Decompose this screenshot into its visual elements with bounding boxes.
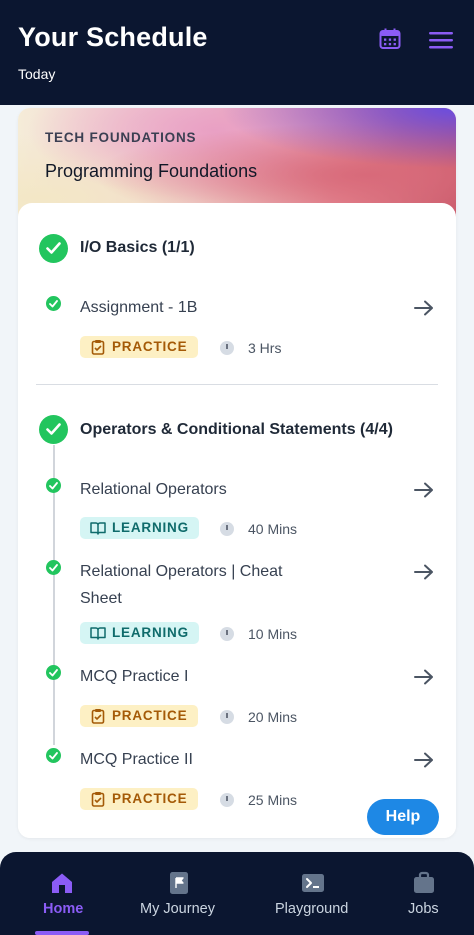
schedule-item-title[interactable]: Assignment - 1B: [80, 294, 320, 321]
schedule-item-title[interactable]: Relational Operators: [80, 476, 320, 503]
arrow-right-icon[interactable]: [414, 564, 434, 580]
duration-label: 25 Mins: [248, 792, 298, 808]
clipboard-check-icon: [91, 709, 105, 724]
briefcase-icon: [414, 871, 434, 893]
clock-icon: [220, 710, 234, 724]
tag-label: LEARNING: [112, 520, 189, 535]
section-divider: [36, 384, 438, 385]
learning-tag: LEARNING: [80, 517, 199, 539]
hamburger-menu-icon[interactable]: [429, 30, 453, 50]
tag-label: PRACTICE: [112, 708, 188, 723]
arrow-right-icon[interactable]: [414, 669, 434, 685]
tag-label: PRACTICE: [112, 791, 188, 806]
tab-my-journey[interactable]: My Journey: [124, 852, 234, 935]
tab-jobs[interactable]: Jobs: [392, 852, 462, 935]
clock-icon: [220, 793, 234, 807]
terminal-icon: [302, 874, 324, 892]
duration: 3 Hrs: [220, 339, 281, 357]
open-book-icon: [90, 522, 106, 535]
section-title: I/O Basics (1/1): [80, 239, 195, 256]
active-tab-indicator: [35, 931, 89, 935]
duration: 40 Mins: [220, 520, 297, 538]
course-name: Programming Foundations: [45, 161, 258, 181]
section-complete-check-icon: [39, 415, 68, 444]
practice-tag: PRACTICE: [80, 788, 198, 810]
practice-tag: PRACTICE: [80, 336, 198, 358]
practice-tag: PRACTICE: [80, 705, 198, 727]
clipboard-check-icon: [91, 792, 105, 807]
clipboard-check-icon: [91, 340, 105, 355]
arrow-right-icon[interactable]: [414, 752, 434, 768]
schedule-item-title[interactable]: Relational Operators | Cheat Sheet: [80, 558, 320, 612]
tab-home[interactable]: Home: [0, 852, 124, 935]
duration: 25 Mins: [220, 791, 297, 809]
app-header: Your Schedule Today: [0, 0, 474, 105]
duration: 20 Mins: [220, 708, 297, 726]
tab-label: Jobs: [408, 901, 439, 917]
course-category: TECH FOUNDATIONS: [45, 130, 197, 145]
tag-label: PRACTICE: [112, 339, 188, 354]
course-schedule-card: TECH FOUNDATIONS Programming Foundations…: [18, 108, 456, 838]
tab-label: Home: [43, 901, 84, 917]
calendar-icon[interactable]: [379, 28, 401, 50]
tag-label: LEARNING: [112, 625, 189, 640]
duration-label: 3 Hrs: [248, 340, 282, 356]
clock-icon: [220, 341, 234, 355]
schedule-item-title[interactable]: MCQ Practice I: [80, 663, 320, 690]
duration-label: 40 Mins: [248, 521, 298, 537]
journey-flag-icon: [170, 872, 188, 894]
schedule-list: I/O Basics (1/1) Assignment - 1B PRACTIC…: [18, 203, 456, 838]
tab-label: Playground: [275, 901, 349, 917]
tab-playground[interactable]: Playground: [256, 852, 376, 935]
open-book-icon: [90, 627, 106, 640]
arrow-right-icon[interactable]: [414, 482, 434, 498]
section-complete-check-icon: [39, 234, 68, 263]
page-title: Your Schedule: [18, 22, 208, 52]
duration-label: 20 Mins: [248, 709, 298, 725]
learning-tag: LEARNING: [80, 622, 199, 644]
arrow-right-icon[interactable]: [414, 300, 434, 316]
section-title: Operators & Conditional Statements (4/4): [80, 421, 393, 438]
page-subtitle: Today: [18, 66, 56, 82]
item-complete-check-icon: [46, 665, 61, 680]
tab-label: My Journey: [140, 901, 215, 917]
home-icon: [52, 873, 72, 893]
help-button[interactable]: Help: [367, 799, 439, 835]
item-complete-check-icon: [46, 560, 61, 575]
clock-icon: [220, 627, 234, 641]
item-complete-check-icon: [46, 296, 61, 311]
item-complete-check-icon: [46, 748, 61, 763]
item-complete-check-icon: [46, 478, 61, 493]
clock-icon: [220, 522, 234, 536]
schedule-item-title[interactable]: MCQ Practice II: [80, 746, 320, 773]
duration: 10 Mins: [220, 625, 297, 643]
bottom-tab-bar: Home My Journey Playground Jobs: [0, 852, 474, 935]
duration-label: 10 Mins: [248, 626, 298, 642]
